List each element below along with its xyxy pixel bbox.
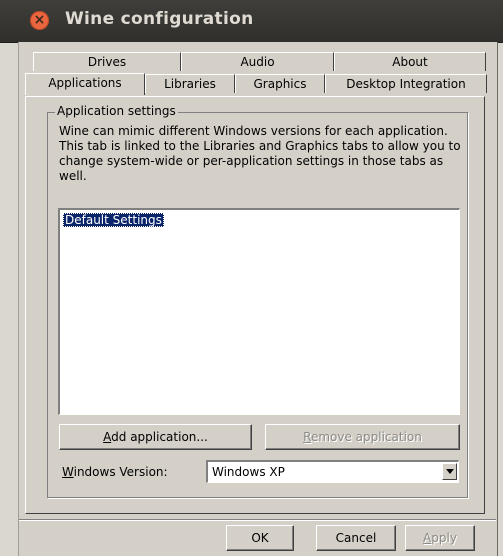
windows-version-select[interactable]: Windows XP	[206, 460, 459, 483]
windows-version-label: Windows Version:	[62, 465, 168, 479]
footer-separator	[19, 519, 496, 521]
tab-graphics[interactable]: Graphics	[235, 74, 325, 93]
title-bar: × Wine configuration	[0, 0, 503, 43]
windows-version-mnemonic: W	[62, 465, 74, 479]
list-item-default-settings[interactable]: Default Settings	[63, 213, 164, 227]
cancel-button[interactable]: Cancel	[316, 525, 396, 551]
add-application-button[interactable]: Add application...	[59, 424, 252, 450]
tab-libraries[interactable]: Libraries	[145, 74, 235, 93]
tab-applications[interactable]: Applications	[25, 73, 145, 95]
tab-audio[interactable]: Audio	[181, 52, 334, 71]
window-title: Wine configuration	[65, 9, 254, 29]
ok-button[interactable]: OK	[226, 525, 294, 551]
windows-version-label-text: indows Version:	[73, 465, 168, 479]
application-list[interactable]: Default Settings	[58, 208, 460, 415]
tab-drives[interactable]: Drives	[33, 52, 181, 71]
group-description: Wine can mimic different Windows version…	[59, 124, 461, 183]
chevron-down-icon[interactable]	[442, 463, 457, 480]
tab-about[interactable]: About	[334, 52, 486, 71]
apply-label: pply	[431, 531, 457, 545]
add-application-mnemonic: A	[103, 430, 112, 444]
remove-application-button[interactable]: Remove application	[265, 424, 460, 450]
tab-desktop-integration[interactable]: Desktop Integration	[325, 74, 487, 93]
remove-application-label: emove application	[310, 430, 422, 444]
add-application-label: dd application...	[111, 430, 208, 444]
windows-version-value: Windows XP	[212, 465, 285, 479]
close-icon[interactable]: ×	[30, 11, 49, 30]
apply-button[interactable]: Apply	[405, 525, 475, 551]
remove-application-mnemonic: R	[303, 430, 311, 444]
group-legend: Application settings	[55, 104, 178, 118]
